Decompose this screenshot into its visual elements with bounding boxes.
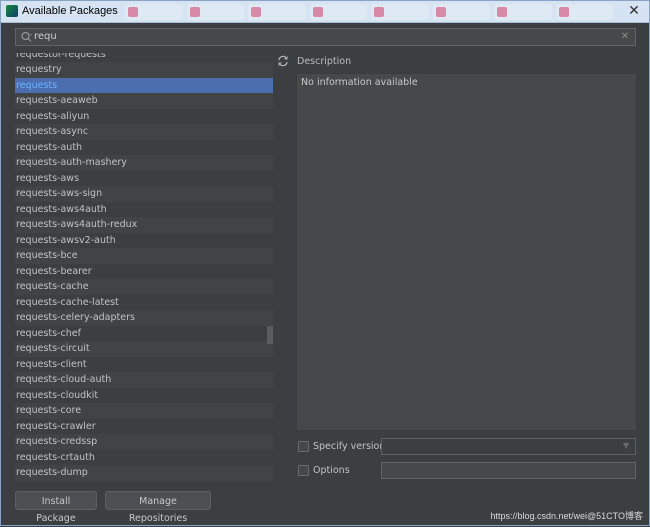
clear-search-icon[interactable]: ✕	[619, 30, 631, 44]
description-text: No information available	[301, 77, 418, 88]
package-list[interactable]: requestor-requests requestry requests reque…	[15, 53, 273, 481]
title-bar: Available Packages ✕	[1, 1, 649, 23]
package-list-item[interactable]: requests-chef	[15, 325, 273, 341]
background-browser-tabs	[125, 4, 617, 20]
package-list-item[interactable]: requests-celery-adapters	[15, 310, 273, 326]
description-panel: No information available	[296, 73, 637, 431]
package-list-item[interactable]: requests-cloud-auth	[15, 372, 273, 388]
close-icon[interactable]: ✕	[625, 3, 643, 19]
scrollbar-thumb[interactable]	[267, 326, 273, 344]
package-list-item[interactable]: requests-bearer	[15, 263, 273, 279]
package-list-item[interactable]: requests-auth-mashery	[15, 155, 273, 171]
version-dropdown[interactable]: ▼	[381, 438, 636, 455]
package-list-item[interactable]: requests-cloudkit	[15, 387, 273, 403]
package-list-item[interactable]: requests-cache	[15, 279, 273, 295]
search-input[interactable]	[34, 29, 614, 45]
chevron-down-icon: ▼	[623, 441, 630, 450]
window-title: Available Packages	[22, 5, 118, 17]
package-list-item[interactable]: requests	[15, 77, 273, 93]
specify-version-label: Specify version	[313, 441, 386, 452]
package-list-item[interactable]: requests-crtauth	[15, 449, 273, 465]
package-list-item[interactable]: requestry	[15, 62, 273, 78]
package-list-item[interactable]: requests-async	[15, 124, 273, 140]
package-list-item[interactable]: requests-core	[15, 403, 273, 419]
install-package-button[interactable]: Install Package	[15, 491, 97, 524]
package-list-item[interactable]: requests-aws	[15, 170, 273, 186]
available-packages-dialog: Available Packages ✕ ✕ requestor-request…	[0, 0, 650, 526]
options-checkbox[interactable]	[298, 465, 309, 476]
options-input[interactable]	[381, 462, 636, 479]
watermark: https://blog.csdn.net/wei@51CTO博客	[490, 511, 643, 521]
package-list-item[interactable]: requests-awsv2-auth	[15, 232, 273, 248]
package-list-item[interactable]: requests-crawler	[15, 418, 273, 434]
specify-version-checkbox[interactable]	[298, 441, 309, 452]
package-list-item[interactable]: requests-cache-latest	[15, 294, 273, 310]
package-list-item[interactable]: requests-aliyun	[15, 108, 273, 124]
description-label: Description	[297, 56, 352, 67]
package-list-item[interactable]: requests-aws4auth	[15, 201, 273, 217]
package-list-item[interactable]: requests-aws4auth-redux	[15, 217, 273, 233]
search-icon	[21, 31, 32, 42]
package-list-item[interactable]: requests-bce	[15, 248, 273, 264]
search-field[interactable]: ✕	[15, 28, 636, 46]
package-list-item[interactable]: requests-aeaweb	[15, 93, 273, 109]
package-list-item[interactable]: requests-aws-sign	[15, 186, 273, 202]
manage-repositories-button[interactable]: Manage Repositories	[105, 491, 211, 524]
options-label: Options	[313, 465, 350, 476]
package-list-item[interactable]: requests-circuit	[15, 341, 273, 357]
refresh-icon[interactable]	[276, 54, 290, 68]
pycharm-icon	[6, 5, 18, 17]
package-list-item[interactable]: requests-client	[15, 356, 273, 372]
package-list-item[interactable]: requests-dump	[15, 465, 273, 481]
package-list-item[interactable]: requests-credssp	[15, 434, 273, 450]
package-list-item[interactable]: requests-auth	[15, 139, 273, 155]
package-list-item[interactable]: requestor-requests	[15, 53, 273, 62]
